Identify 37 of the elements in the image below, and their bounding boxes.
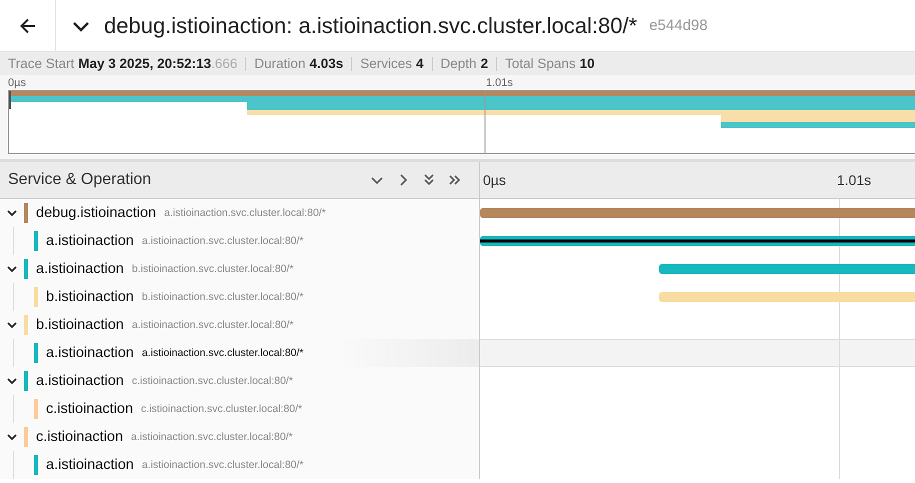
service-name[interactable]: a.istioinaction — [36, 373, 124, 389]
service-name[interactable]: b.istioinaction — [36, 317, 124, 333]
tick-label: 1.01s — [836, 172, 872, 188]
summary-label: Total Spans — [505, 56, 576, 70]
operation-name: a.istioinaction.svc.cluster.local:80/* — [164, 207, 326, 219]
summary-value: 4.03s — [309, 56, 344, 70]
trace-id: e544d98 — [649, 17, 708, 34]
operation-name: a.istioinaction.svc.cluster.local:80/* — [142, 347, 304, 359]
summary-label: Trace Start — [8, 56, 74, 70]
operation-name: a.istioinaction.svc.cluster.local:80/* — [131, 431, 293, 443]
summary-value: 2 — [480, 56, 488, 70]
summary-label: Depth — [440, 56, 477, 70]
operation-name: b.istioinaction.svc.cluster.local:80/* — [132, 263, 294, 275]
service-name[interactable]: a.istioinaction — [46, 457, 134, 473]
operation-name: a.istioinaction.svc.cluster.local:80/* — [142, 459, 304, 471]
operation-name: a.istioinaction.svc.cluster.local:80/* — [132, 319, 294, 331]
service-name[interactable]: a.istioinaction — [46, 233, 134, 249]
trace-title: debug.istioinaction: a.istioinaction.svc.cluster.local:80/* — [104, 12, 638, 38]
tick-label: 0µs — [8, 76, 26, 88]
service-name[interactable]: c.istioinaction — [46, 401, 134, 417]
tick-label: 1.01s — [486, 76, 513, 88]
operation-name: c.istioinaction.svc.cluster.local:80/* — [141, 403, 302, 415]
operation-name: a.istioinaction.svc.cluster.local:80/* — [142, 235, 304, 247]
service-name[interactable]: a.istioinaction — [36, 261, 124, 277]
summary-label: Services — [360, 56, 412, 70]
service-name[interactable]: a.istioinaction — [46, 345, 134, 361]
tick-label: 0µs — [483, 172, 506, 188]
column-title: Service & Operation — [8, 171, 152, 189]
operation-name: c.istioinaction.svc.cluster.local:80/* — [132, 375, 293, 387]
service-name[interactable]: c.istioinaction — [36, 429, 124, 445]
summary-value: May 3 2025, 20:52:13.666 — [78, 56, 238, 70]
summary-value: 4 — [416, 56, 424, 70]
service-name[interactable]: debug.istioinaction — [36, 205, 156, 221]
summary-value: 10 — [580, 56, 595, 70]
summary-label: Duration — [254, 56, 306, 70]
operation-name: b.istioinaction.svc.cluster.local:80/* — [142, 291, 304, 303]
service-name[interactable]: b.istioinaction — [46, 289, 134, 305]
